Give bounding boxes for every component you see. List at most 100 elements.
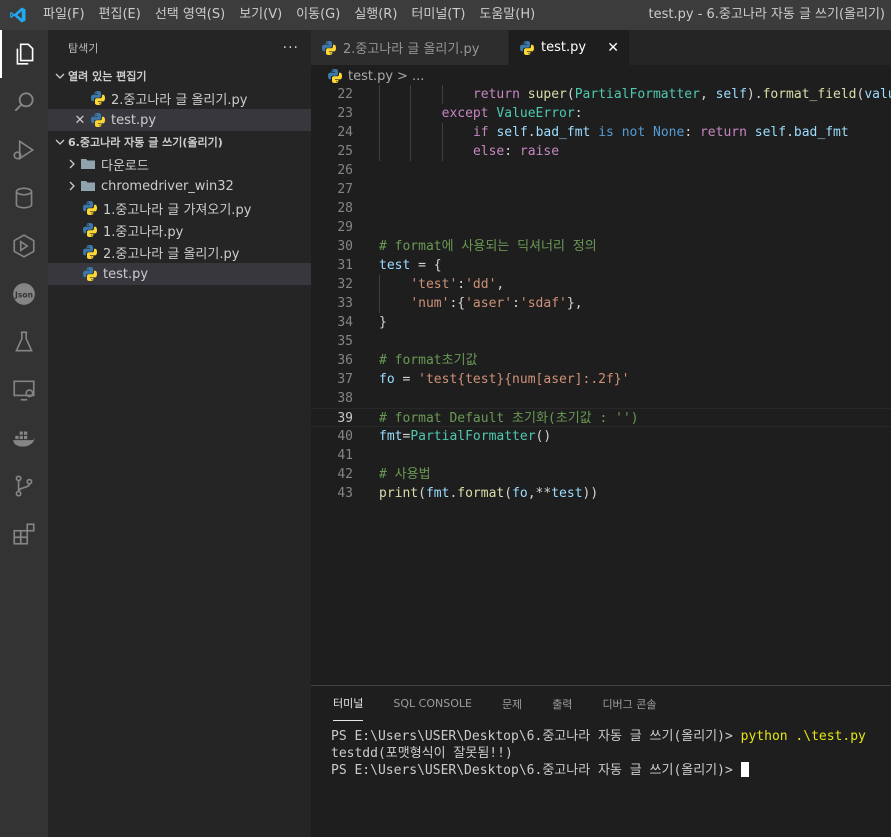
menu-run[interactable]: 실행(R) — [347, 0, 404, 30]
code-line: 38 — [311, 389, 891, 408]
code-line: 32 'test':'dd', — [311, 275, 891, 294]
tab-output[interactable]: 출력 — [552, 686, 572, 721]
line-number: 41 — [337, 448, 353, 463]
code-text: test = { — [379, 258, 442, 273]
tab-label: test.py — [541, 40, 587, 55]
workspace-title: 6.중고나라 자동 글 쓰기(올리기) — [68, 136, 223, 149]
python-file-icon — [90, 112, 106, 128]
tab-test-py[interactable]: test.py ✕ — [509, 30, 629, 65]
indent-guide — [441, 142, 443, 161]
code-line: 42 # 사용법 — [311, 465, 891, 484]
live-share-icon[interactable] — [0, 222, 48, 270]
terminal-line: testdd(포맷형식이 잘못됨!!) — [331, 746, 513, 761]
test-flask-icon[interactable] — [0, 318, 48, 366]
tab-debug-console[interactable]: 디버그 콘솔 — [602, 686, 656, 721]
line-number: 37 — [337, 372, 353, 387]
source-control-icon[interactable] — [0, 462, 48, 510]
file-item[interactable]: 1.중고나라 글 가져오기.py — [48, 197, 311, 219]
vscode-logo-icon — [0, 0, 36, 30]
code-line: 41 — [311, 446, 891, 465]
indent-guide — [441, 123, 443, 142]
open-editors-section-header[interactable]: 열려 있는 편집기 — [48, 65, 311, 87]
menu-selection[interactable]: 선택 영역(S) — [148, 0, 232, 30]
explorer-icon[interactable] — [0, 30, 48, 78]
code-line: 28 — [311, 199, 891, 218]
code-text: return super(PartialFormatter, self).for… — [472, 87, 891, 102]
folder-item[interactable]: 다운로드 — [48, 153, 311, 175]
folder-label: 다운로드 — [101, 158, 149, 174]
line-number: 33 — [337, 296, 353, 311]
open-editor-item[interactable]: 2.중고나라 글 올리기.py — [48, 87, 311, 109]
code-line: 22 return super(PartialFormatter, self).f… — [311, 85, 891, 104]
code-text: } — [379, 315, 387, 330]
file-item[interactable]: 2.중고나라 글 올리기.py — [48, 241, 311, 263]
terminal-line: PS E:\Users\USER\Desktop\6.중고나라 자동 글 쓰기(… — [331, 762, 866, 779]
code-line: 40 fmt=PartialFormatter() — [311, 427, 891, 446]
indent-guide — [410, 142, 412, 161]
tab-label: 2.중고나라 글 올리기.py — [343, 42, 480, 57]
tab-2-upload-py[interactable]: 2.중고나라 글 올리기.py — [311, 30, 509, 65]
terminal-line: PS E:\Users\USER\Desktop\6.중고나라 자동 글 쓰기(… — [331, 728, 866, 745]
folder-label: chromedriver_win32 — [101, 178, 234, 194]
more-actions-button[interactable]: ··· — [283, 40, 299, 56]
file-item[interactable]: 1.중고나라.py — [48, 219, 311, 241]
breadcrumb-file[interactable]: test.py — [348, 69, 393, 84]
menu-view[interactable]: 보기(V) — [232, 0, 289, 30]
file-label: test.py — [103, 266, 149, 282]
code-text: if self.bad_fmt is not None: return self… — [472, 125, 849, 140]
terminal-command: python .\test.py — [740, 729, 866, 744]
line-number: 29 — [337, 220, 353, 235]
extensions-icon[interactable] — [0, 510, 48, 558]
open-editor-item[interactable]: ✕ test.py — [48, 109, 311, 131]
code-line: 24 if self.bad_fmt is not None: return se… — [311, 123, 891, 142]
indent-guide — [379, 85, 380, 104]
open-editor-label: 2.중고나라 글 올리기.py — [111, 92, 248, 108]
line-number: 34 — [337, 315, 353, 330]
explorer-header: 탐색기 ··· — [48, 30, 311, 65]
breadcrumb-separator: > — [397, 68, 408, 84]
workspace-section-header[interactable]: 6.중고나라 자동 글 쓰기(올리기) — [48, 131, 311, 153]
folder-icon — [80, 178, 96, 194]
python-file-icon — [82, 200, 98, 216]
menu-terminal[interactable]: 터미널(T) — [404, 0, 472, 30]
python-file-icon — [327, 68, 343, 84]
menu-help[interactable]: 도움말(H) — [472, 0, 542, 30]
folder-item[interactable]: chromedriver_win32 — [48, 175, 311, 197]
search-icon[interactable] — [0, 78, 48, 126]
tab-problems[interactable]: 문제 — [502, 686, 522, 721]
chevron-right-icon — [64, 178, 80, 194]
folder-icon — [80, 156, 96, 172]
file-label: 1.중고나라.py — [103, 224, 184, 240]
close-icon[interactable]: ✕ — [72, 113, 88, 128]
python-file-icon — [82, 244, 98, 260]
code-text: fmt=PartialFormatter() — [379, 429, 552, 444]
line-number: 43 — [337, 486, 353, 501]
breadcrumb-symbol[interactable]: ... — [412, 69, 424, 84]
menu-edit[interactable]: 편집(E) — [92, 0, 148, 30]
close-icon[interactable]: ✕ — [607, 40, 619, 56]
code-line: 25 else: raise — [311, 142, 891, 161]
run-debug-icon[interactable] — [0, 126, 48, 174]
remote-explorer-icon[interactable] — [0, 366, 48, 414]
code-text: 'num':{'aser':'sdaf'}, — [410, 296, 583, 311]
terminal-output[interactable]: PS E:\Users\USER\Desktop\6.중고나라 자동 글 쓰기(… — [331, 728, 866, 779]
python-file-icon — [321, 40, 337, 56]
menu-file[interactable]: 파일(F) — [36, 0, 92, 30]
indent-guide — [410, 85, 412, 104]
window-title: test.py - 6.중고나라 자동 글 쓰기(올리기) — [648, 7, 885, 22]
tab-sql-console[interactable]: SQL CONSOLE — [393, 686, 472, 721]
file-item[interactable]: test.py — [48, 263, 311, 285]
python-file-icon — [82, 266, 98, 282]
line-number: 23 — [337, 106, 353, 121]
json-icon[interactable]: Json — [0, 270, 48, 318]
code-editor[interactable]: 22 return super(PartialFormatter, self).f… — [311, 85, 891, 685]
code-line: 34} — [311, 313, 891, 332]
tab-terminal[interactable]: 터미널 — [333, 686, 364, 721]
line-number: 39 — [337, 411, 353, 426]
menu-go[interactable]: 이동(G) — [289, 0, 347, 30]
code-line: 33 'num':{'aser':'sdaf'}, — [311, 294, 891, 313]
line-number: 25 — [337, 144, 353, 159]
docker-icon[interactable] — [0, 414, 48, 462]
chevron-down-icon — [52, 134, 68, 150]
database-icon[interactable] — [0, 174, 48, 222]
